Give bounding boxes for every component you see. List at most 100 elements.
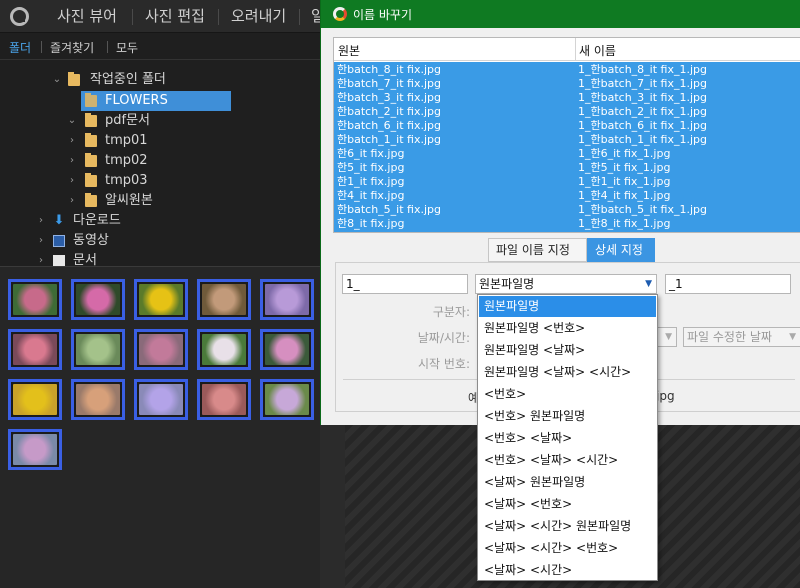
photo-thumbnail[interactable]: [260, 379, 314, 420]
new-name-cell: 1_한batch_8_it fix_1.jpg: [578, 63, 707, 76]
photo-thumbnail[interactable]: [260, 329, 314, 370]
tree-item-alsee-originals[interactable]: › 알씨원본: [0, 191, 320, 211]
pattern-dropdown-list: 원본파일명 원본파일명 <번호> 원본파일명 <날짜> 원본파일명 <날짜> <시간>…: [477, 294, 658, 581]
pattern-select[interactable]: 원본파일명 ▼: [475, 274, 657, 294]
list-row[interactable]: 한6_it fix.jpg 1_한6_it fix_1.jpg: [334, 147, 800, 161]
column-original[interactable]: 원본: [338, 42, 360, 59]
prefix-input[interactable]: 1_: [342, 274, 468, 294]
chevron-right-icon[interactable]: ›: [67, 191, 77, 211]
chevron-right-icon[interactable]: ›: [36, 211, 46, 231]
list-row[interactable]: 한5_it fix.jpg 1_한5_it fix_1.jpg: [334, 161, 800, 175]
folder-icon: [85, 133, 97, 147]
dropdown-option[interactable]: <날짜> <시간>: [479, 560, 656, 581]
tree-item-videos[interactable]: › 동영상: [0, 231, 320, 251]
list-row[interactable]: 한4_it fix.jpg 1_한4_it fix_1.jpg: [334, 189, 800, 203]
tree-item-tmp01[interactable]: › tmp01: [0, 131, 320, 151]
photo-thumbnail[interactable]: [8, 329, 62, 370]
tree-item-label: 다운로드: [73, 213, 121, 228]
left-panel: 폴더 즐겨찾기 모두 ⌄ 작업중인 폴더 FLOWERS ⌄ pdf문서 › t…: [0, 33, 320, 588]
folder-icon: [85, 193, 97, 207]
folder-icon: [85, 153, 97, 167]
chevron-right-icon[interactable]: ›: [36, 231, 46, 251]
chevron-right-icon[interactable]: ›: [67, 131, 77, 151]
list-row[interactable]: 한batch_1_it fix.jpg 1_한batch_1_it fix_1.j…: [334, 133, 800, 147]
list-row[interactable]: 한batch_2_it fix.jpg 1_한batch_2_it fix_1.j…: [334, 105, 800, 119]
tree-item-working-folder[interactable]: ⌄ 작업중인 폴더: [0, 70, 320, 90]
start-number-label: 시작 번호:: [417, 357, 470, 371]
suffix-input[interactable]: _1: [665, 274, 791, 294]
dropdown-option[interactable]: <번호> <날짜> <시간>: [479, 450, 656, 471]
chevron-down-icon[interactable]: ⌄: [52, 70, 62, 90]
subtab-divider: [107, 41, 108, 53]
photo-thumbnail[interactable]: [8, 379, 62, 420]
dropdown-option[interactable]: 원본파일명 <날짜>: [479, 340, 656, 361]
list-row[interactable]: 한8_it fix.jpg 1_한8_it fix_1.jpg: [334, 217, 800, 231]
original-name-cell: 한batch_7_it fix.jpg: [337, 77, 441, 90]
tree-item-documents[interactable]: › 문서: [0, 251, 320, 266]
list-row[interactable]: 한batch_7_it fix.jpg 1_한batch_7_it fix_1.j…: [334, 77, 800, 91]
photo-thumbnail[interactable]: [197, 329, 251, 370]
photo-thumbnail[interactable]: [134, 279, 188, 320]
download-icon: ⬇: [53, 213, 65, 228]
dropdown-option[interactable]: <번호> 원본파일명: [479, 406, 656, 427]
photo-thumbnail[interactable]: [71, 379, 125, 420]
photo-thumbnail[interactable]: [197, 279, 251, 320]
rename-file-list[interactable]: 원본 새 이름 한batch_8_it fix.jpg 1_한batch_8_it…: [333, 37, 800, 233]
chevron-right-icon[interactable]: ›: [36, 251, 46, 266]
tab-all[interactable]: 모두: [116, 39, 138, 56]
list-row[interactable]: 한batch_6_it fix.jpg 1_한batch_6_it fix_1.j…: [334, 119, 800, 133]
dropdown-option[interactable]: <날짜> <번호>: [479, 494, 656, 515]
original-name-cell: 한6_it fix.jpg: [337, 147, 405, 160]
list-header: 원본 새 이름: [334, 38, 800, 61]
new-name-cell: 1_한5_it fix_1.jpg: [578, 161, 671, 174]
tree-item-downloads[interactable]: › ⬇ 다운로드: [0, 211, 320, 231]
tab-folders[interactable]: 폴더: [9, 39, 31, 56]
tree-item-tmp02[interactable]: › tmp02: [0, 151, 320, 171]
tree-item-tmp03[interactable]: › tmp03: [0, 171, 320, 191]
chevron-right-icon[interactable]: ›: [67, 171, 77, 191]
dropdown-option[interactable]: <날짜> <시간> <번호>: [479, 538, 656, 559]
menu-photo-viewer[interactable]: 사진 뷰어: [57, 0, 117, 33]
dropdown-option[interactable]: 원본파일명 <날짜> <시간>: [479, 362, 656, 383]
photo-thumbnail[interactable]: [134, 329, 188, 370]
pattern-select-value: 원본파일명: [479, 277, 535, 291]
photo-thumbnail[interactable]: [260, 279, 314, 320]
new-name-cell: 1_한6_it fix_1.jpg: [578, 147, 671, 160]
tab-favorites[interactable]: 즐겨찾기: [50, 39, 94, 56]
list-row[interactable]: 한batch_5_it fix.jpg 1_한batch_5_it fix_1.j…: [334, 203, 800, 217]
dropdown-arrow-icon: ▼: [645, 279, 652, 289]
tree-item-flowers[interactable]: FLOWERS: [81, 91, 231, 111]
list-row[interactable]: 한batch_8_it fix.jpg 1_한batch_8_it fix_1.j…: [334, 63, 800, 77]
menu-cutout[interactable]: 오려내기: [231, 0, 286, 33]
app-logo-icon[interactable]: [10, 7, 29, 26]
folder-tree: ⌄ 작업중인 폴더 FLOWERS ⌄ pdf문서 › tmp01 › tmp0…: [0, 60, 320, 266]
tab-filename-pattern[interactable]: 파일 이름 지정: [488, 238, 587, 262]
photo-thumbnail[interactable]: [8, 429, 62, 470]
chevron-down-icon[interactable]: ⌄: [67, 111, 77, 131]
column-new-name[interactable]: 새 이름: [579, 42, 616, 59]
alsee-logo-icon: [333, 7, 347, 21]
dropdown-option[interactable]: <번호>: [479, 384, 656, 405]
dropdown-option[interactable]: <번호> <날짜>: [479, 428, 656, 449]
dropdown-option[interactable]: <날짜> 원본파일명: [479, 472, 656, 493]
chevron-right-icon[interactable]: ›: [67, 151, 77, 171]
photo-thumbnail[interactable]: [71, 279, 125, 320]
dropdown-option[interactable]: <날짜> <시간> 원본파일명: [479, 516, 656, 537]
original-name-cell: 한batch_5_it fix.jpg: [337, 203, 441, 216]
flower-image: [13, 334, 57, 365]
dropdown-option[interactable]: 원본파일명 <번호>: [479, 318, 656, 339]
list-row[interactable]: 한batch_3_it fix.jpg 1_한batch_3_it fix_1.j…: [334, 91, 800, 105]
tab-detail-settings[interactable]: 상세 지정: [587, 238, 655, 262]
photo-thumbnail[interactable]: [8, 279, 62, 320]
list-row[interactable]: 한1_it fix.jpg 1_한1_it fix_1.jpg: [334, 175, 800, 189]
column-divider[interactable]: [575, 38, 576, 61]
dropdown-option[interactable]: 원본파일명: [479, 296, 656, 317]
photo-thumbnail[interactable]: [71, 329, 125, 370]
tree-item-pdf[interactable]: ⌄ pdf문서: [0, 111, 320, 131]
folder-icon: [85, 93, 97, 107]
photo-thumbnail[interactable]: [197, 379, 251, 420]
menu-photo-edit[interactable]: 사진 편집: [145, 0, 205, 33]
photo-thumbnail[interactable]: [134, 379, 188, 420]
dialog-titlebar[interactable]: 이름 바꾸기: [321, 0, 800, 28]
preview-extension: jpg: [656, 389, 675, 403]
